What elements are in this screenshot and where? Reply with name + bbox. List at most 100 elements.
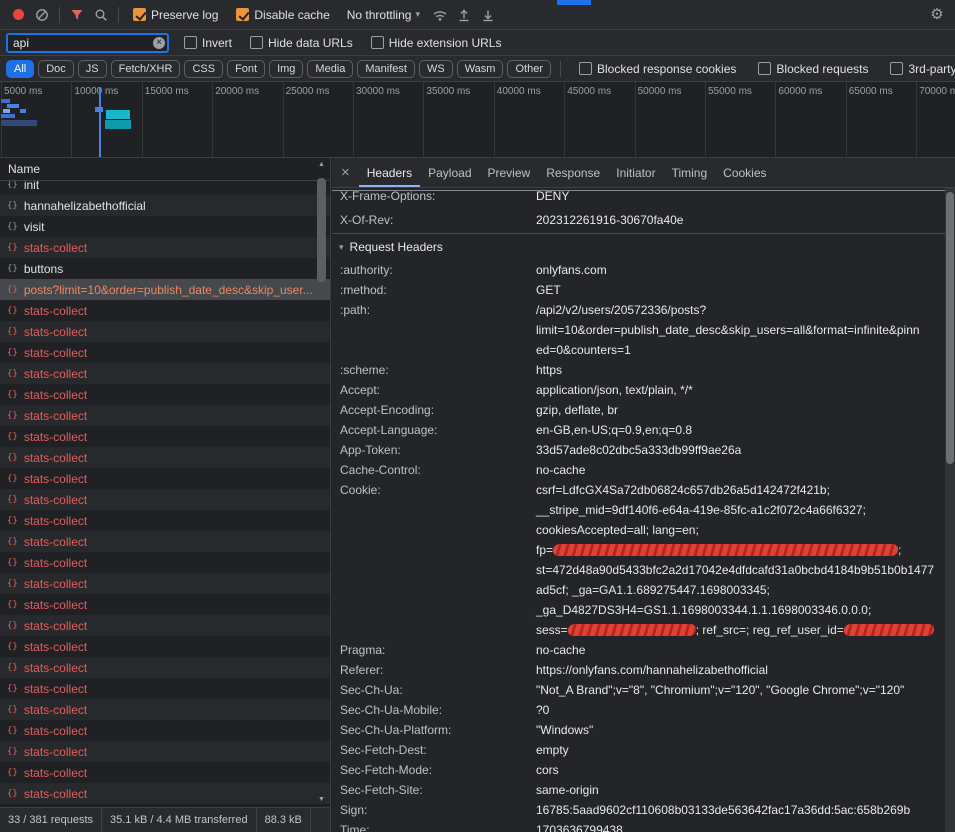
request-row[interactable]: {}stats-collect bbox=[0, 678, 330, 699]
tab-cookies[interactable]: Cookies bbox=[715, 158, 774, 187]
filter-chip-media[interactable]: Media bbox=[307, 60, 353, 78]
request-row[interactable]: {}stats-collect bbox=[0, 741, 330, 762]
header-name: Pragma: bbox=[340, 640, 536, 660]
tab-preview[interactable]: Preview bbox=[480, 158, 539, 187]
invert-checkbox[interactable] bbox=[184, 36, 197, 49]
request-row[interactable]: {}stats-collect bbox=[0, 384, 330, 405]
name-column-header[interactable]: Name bbox=[0, 158, 330, 181]
tab-payload[interactable]: Payload bbox=[420, 158, 479, 187]
network-conditions-button[interactable] bbox=[428, 4, 452, 26]
request-row[interactable]: {}stats-collect bbox=[0, 657, 330, 678]
request-row[interactable]: {}buttons bbox=[0, 258, 330, 279]
record-button[interactable] bbox=[6, 4, 30, 26]
request-row[interactable]: {}stats-collect bbox=[0, 447, 330, 468]
request-name: visit bbox=[24, 220, 45, 234]
header-name: Sec-Fetch-Dest: bbox=[340, 740, 536, 760]
request-row[interactable]: {}stats-collect bbox=[0, 342, 330, 363]
timeline-tick-label: 30000 ms bbox=[356, 86, 400, 97]
details-scrollbar[interactable] bbox=[945, 188, 955, 832]
hide-extension-urls-toggle[interactable]: Hide extension URLs bbox=[371, 36, 502, 50]
header-value: empty bbox=[536, 740, 569, 760]
resource-type-filters: AllDocJSFetch/XHRCSSFontImgMediaManifest… bbox=[6, 60, 551, 78]
filter-chip-manifest[interactable]: Manifest bbox=[357, 60, 415, 78]
filter-chip-doc[interactable]: Doc bbox=[38, 60, 74, 78]
filter-chip-fetch-xhr[interactable]: Fetch/XHR bbox=[111, 60, 181, 78]
request-row[interactable]: {}stats-collect bbox=[0, 552, 330, 573]
request-row[interactable]: {}stats-collect bbox=[0, 594, 330, 615]
filter-chip-js[interactable]: JS bbox=[78, 60, 107, 78]
filter-chip-font[interactable]: Font bbox=[227, 60, 265, 78]
filter-chip-wasm[interactable]: Wasm bbox=[457, 60, 504, 78]
request-row[interactable]: {}stats-collect bbox=[0, 783, 330, 804]
blocked-response-cookies-checkbox[interactable] bbox=[579, 62, 592, 75]
export-har-button[interactable] bbox=[476, 4, 500, 26]
third-party-requests-toggle[interactable]: 3rd-party requests bbox=[890, 62, 955, 76]
filter-toggle-button[interactable] bbox=[65, 4, 89, 26]
section-title: Request Headers bbox=[350, 240, 443, 254]
request-row[interactable]: {}stats-collect bbox=[0, 426, 330, 447]
clear-filter-icon[interactable]: × bbox=[153, 37, 165, 49]
wifi-icon bbox=[432, 8, 448, 22]
blocked-response-cookies-toggle[interactable]: Blocked response cookies bbox=[579, 62, 736, 76]
header-value: onlyfans.com bbox=[536, 260, 607, 280]
tab-headers[interactable]: Headers bbox=[359, 158, 420, 187]
request-row[interactable]: {}stats-collect bbox=[0, 762, 330, 783]
filter-input-wrap: × bbox=[6, 33, 169, 53]
tab-timing[interactable]: Timing bbox=[664, 158, 716, 187]
filter-chip-css[interactable]: CSS bbox=[184, 60, 223, 78]
request-row[interactable]: {}stats-collect bbox=[0, 300, 330, 321]
hide-data-urls-checkbox[interactable] bbox=[250, 36, 263, 49]
request-row[interactable]: {}stats-collect bbox=[0, 510, 330, 531]
tab-response[interactable]: Response bbox=[538, 158, 608, 187]
network-overview[interactable]: 5000 ms10000 ms15000 ms20000 ms25000 ms3… bbox=[0, 82, 955, 158]
request-name: stats-collect bbox=[24, 514, 87, 528]
settings-button[interactable]: ⚙ bbox=[925, 4, 949, 26]
import-har-button[interactable] bbox=[452, 4, 476, 26]
clear-network-log-button[interactable] bbox=[30, 4, 54, 26]
request-row[interactable]: {}stats-collect bbox=[0, 237, 330, 258]
blocked-requests-checkbox[interactable] bbox=[758, 62, 771, 75]
preserve-log-toggle[interactable]: Preserve log bbox=[133, 8, 218, 22]
throttling-select[interactable]: No throttling ▾ bbox=[347, 8, 420, 22]
filter-chip-other[interactable]: Other bbox=[507, 60, 551, 78]
third-party-requests-checkbox[interactable] bbox=[890, 62, 903, 75]
request-row[interactable]: {}stats-collect bbox=[0, 405, 330, 426]
filter-chip-ws[interactable]: WS bbox=[419, 60, 453, 78]
request-row[interactable]: {}stats-collect bbox=[0, 573, 330, 594]
blocked-requests-toggle[interactable]: Blocked requests bbox=[758, 62, 868, 76]
request-row[interactable]: {}stats-collect bbox=[0, 531, 330, 552]
filter-chip-img[interactable]: Img bbox=[269, 60, 303, 78]
tab-initiator[interactable]: Initiator bbox=[608, 158, 663, 187]
request-row[interactable]: {}stats-collect bbox=[0, 489, 330, 510]
disable-cache-checkbox[interactable] bbox=[236, 8, 249, 21]
request-row[interactable]: {}init bbox=[0, 181, 330, 195]
request-row[interactable]: {}visit bbox=[0, 216, 330, 237]
request-row[interactable]: {}hannahelizabethofficial bbox=[0, 195, 330, 216]
filter-chip-all[interactable]: All bbox=[6, 60, 34, 78]
filter-input[interactable] bbox=[6, 33, 169, 53]
requests-scrollbar[interactable]: ▲ ▼ bbox=[316, 160, 327, 805]
request-list: {}init{}hannahelizabethofficial{}visit{}… bbox=[0, 181, 330, 804]
request-row[interactable]: {}stats-collect bbox=[0, 636, 330, 657]
request-row[interactable]: {}stats-collect bbox=[0, 720, 330, 741]
preserve-log-checkbox[interactable] bbox=[133, 8, 146, 21]
hide-data-urls-toggle[interactable]: Hide data URLs bbox=[250, 36, 353, 50]
header-value: no-cache bbox=[536, 640, 585, 660]
search-button[interactable] bbox=[89, 4, 113, 26]
request-row[interactable]: {}stats-collect bbox=[0, 699, 330, 720]
request-row[interactable]: {}stats-collect bbox=[0, 321, 330, 342]
timeline-tick-label: 20000 ms bbox=[215, 86, 259, 97]
close-details-button[interactable]: × bbox=[332, 158, 359, 187]
disable-cache-toggle[interactable]: Disable cache bbox=[236, 8, 329, 22]
invert-toggle[interactable]: Invert bbox=[184, 36, 232, 50]
request-headers-section-header[interactable]: ▾ Request Headers bbox=[332, 234, 945, 260]
hide-extension-urls-checkbox[interactable] bbox=[371, 36, 384, 49]
scroll-up-icon[interactable]: ▲ bbox=[316, 160, 327, 170]
scroll-down-icon[interactable]: ▼ bbox=[316, 795, 327, 805]
request-row[interactable]: {}stats-collect bbox=[0, 363, 330, 384]
request-row[interactable]: {}stats-collect bbox=[0, 468, 330, 489]
scrollbar-thumb[interactable] bbox=[317, 178, 326, 282]
request-row[interactable]: {}stats-collect bbox=[0, 615, 330, 636]
request-row[interactable]: {}posts?limit=10&order=publish_date_desc… bbox=[0, 279, 330, 300]
scrollbar-thumb[interactable] bbox=[946, 192, 954, 464]
